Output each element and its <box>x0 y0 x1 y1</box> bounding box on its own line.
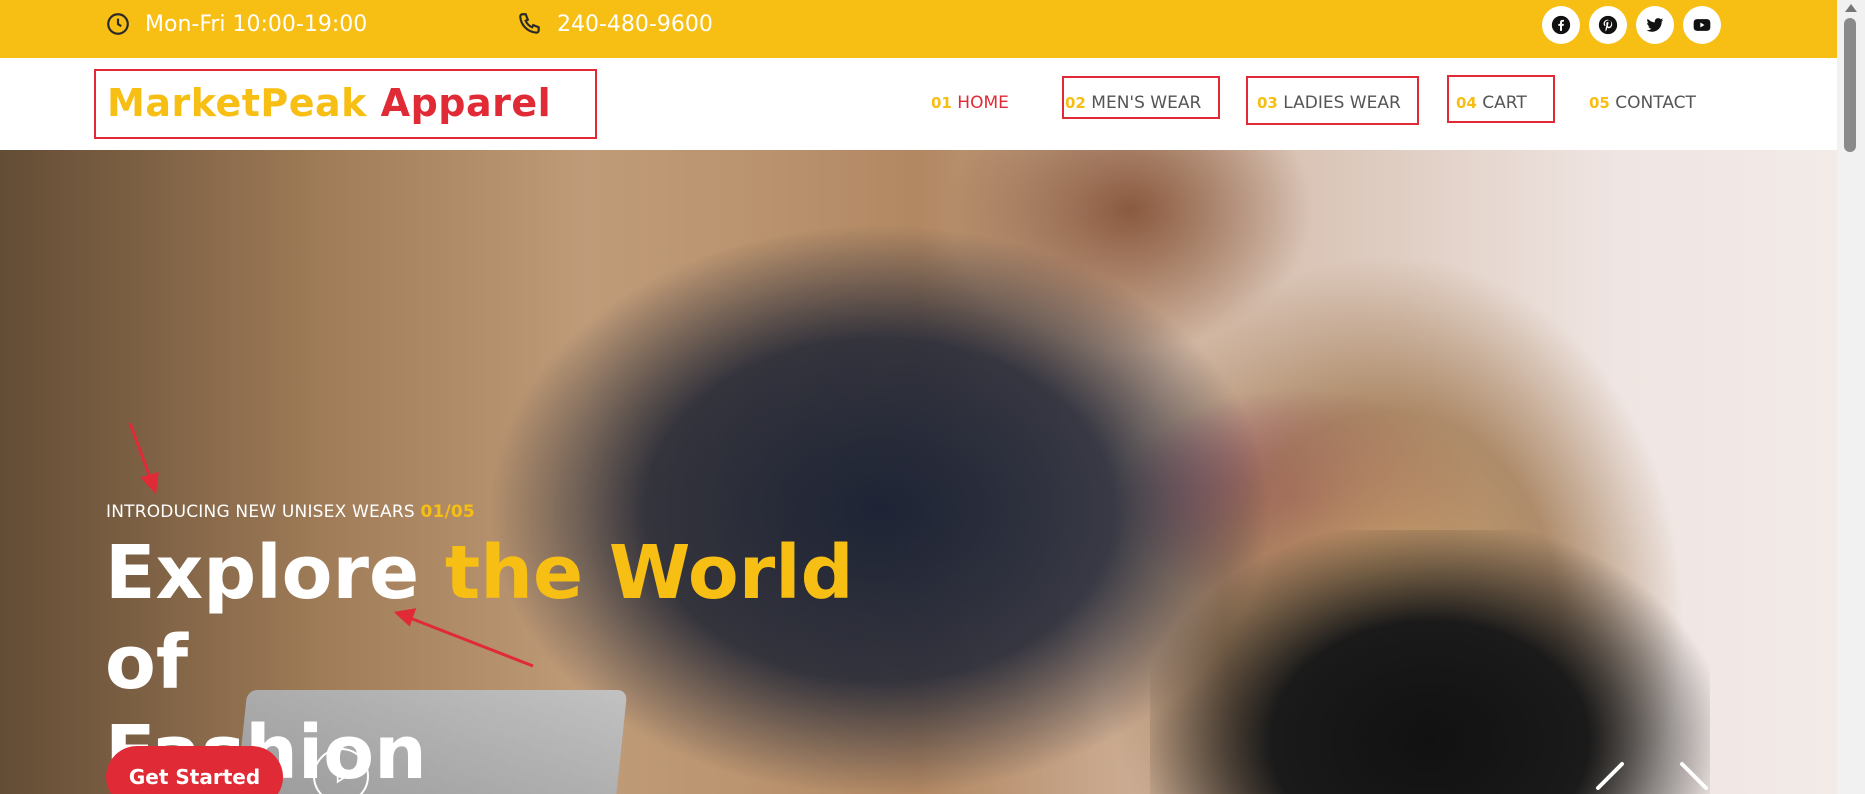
phone-icon <box>519 13 540 34</box>
pinterest-icon <box>1598 15 1618 35</box>
slider-prev-button[interactable] <box>1590 760 1640 794</box>
hero-slider: INTRODUCING NEW UNISEX WEARS 01/05 Explo… <box>0 150 1837 794</box>
logo-part-2: Apparel <box>380 81 552 125</box>
logo-highlight-box: MarketPeak Apparel <box>94 69 597 139</box>
nav-number: 05 <box>1589 94 1610 112</box>
business-hours-text: Mon-Fri 10:00-19:00 <box>145 11 368 37</box>
site-logo[interactable]: MarketPeak Apparel <box>107 81 551 125</box>
scroll-thumb[interactable] <box>1844 18 1856 152</box>
scroll-up-arrow-icon[interactable] <box>1845 4 1857 12</box>
site-header: MarketPeak Apparel 01 HOME 02 MEN'S WEAR… <box>0 58 1837 150</box>
slide-counter: 01/05 <box>420 502 475 522</box>
phone-number-text: 240-480-9600 <box>557 11 713 37</box>
get-started-button[interactable]: Get Started <box>106 746 283 794</box>
facebook-icon <box>1551 15 1571 35</box>
nav-contact[interactable]: 05 CONTACT <box>1589 93 1696 113</box>
nav-home[interactable]: 01 HOME <box>931 93 1009 113</box>
headline-highlight: the World <box>444 530 854 616</box>
headline-start: Explore <box>105 530 420 616</box>
nav-number: 01 <box>931 94 952 112</box>
nav-number: 02 <box>1065 94 1086 112</box>
facebook-link[interactable] <box>1542 6 1580 44</box>
nav-label: CONTACT <box>1615 93 1696 113</box>
hero-intro: INTRODUCING NEW UNISEX WEARS 01/05 <box>106 502 475 522</box>
pinterest-link[interactable] <box>1589 6 1627 44</box>
nav-label: MEN'S WEAR <box>1091 93 1202 113</box>
headline-end: of <box>105 620 189 706</box>
business-hours: Mon-Fri 10:00-19:00 <box>105 10 367 38</box>
nav-label: CART <box>1482 93 1527 113</box>
nav-label: HOME <box>957 93 1009 113</box>
top-bar: Mon-Fri 10:00-19:00 240-480-9600 <box>0 0 1837 58</box>
nav-number: 04 <box>1456 94 1477 112</box>
chevron-right-icon <box>1680 762 1708 790</box>
page-scrollbar[interactable] <box>1837 0 1865 794</box>
youtube-link[interactable] <box>1683 6 1721 44</box>
nav-number: 03 <box>1257 94 1278 112</box>
nav-label: LADIES WEAR <box>1283 93 1401 113</box>
nav-mens-wear[interactable]: 02 MEN'S WEAR <box>1065 93 1201 113</box>
slider-next-button[interactable] <box>1664 760 1714 794</box>
youtube-icon <box>1693 19 1711 31</box>
chevron-left-icon <box>1596 762 1624 790</box>
clock-icon <box>107 13 129 35</box>
nav-ladies-wear[interactable]: 03 LADIES WEAR <box>1257 93 1401 113</box>
nav-cart[interactable]: 04 CART <box>1456 93 1527 113</box>
hero-intro-text: INTRODUCING NEW UNISEX WEARS <box>106 502 415 522</box>
phone-number[interactable]: 240-480-9600 <box>517 10 713 38</box>
logo-part-1: MarketPeak <box>107 81 367 125</box>
twitter-link[interactable] <box>1636 6 1674 44</box>
play-icon <box>336 768 349 784</box>
twitter-icon <box>1646 18 1664 32</box>
